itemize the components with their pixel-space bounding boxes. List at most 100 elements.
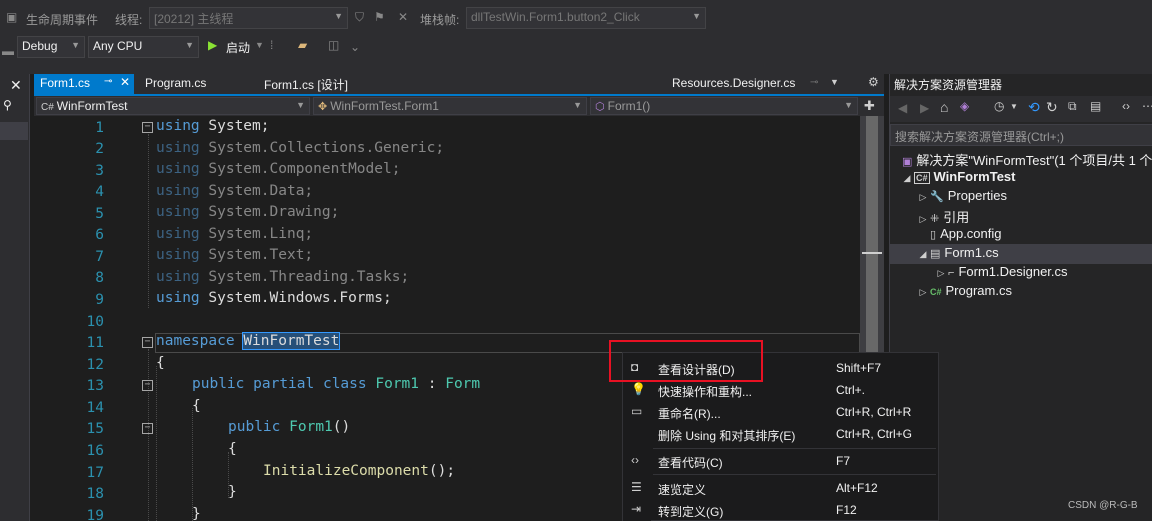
chevron-down-icon: ▼: [692, 11, 701, 21]
switch-views-icon[interactable]: ◈: [960, 99, 969, 113]
sync-icon[interactable]: ⟲: [1028, 99, 1040, 116]
lifecycle-events-label[interactable]: 生命周期事件: [26, 11, 98, 28]
tree-item-project[interactable]: ◢ C# WinFormTest: [900, 169, 1016, 184]
solution-explorer-search[interactable]: 搜索解决方案资源管理器(Ctrl+;): [890, 124, 1152, 146]
tree-item-label: WinFormTest: [933, 169, 1016, 184]
back-icon[interactable]: ◀: [898, 101, 907, 115]
tab-label: Resources.Designer.cs: [672, 76, 796, 90]
pin-icon[interactable]: ⊸: [104, 76, 112, 87]
code-line: using System.Data;: [156, 183, 314, 199]
menu-item-rename[interactable]: ▭ 重命名(R)... Ctrl+R, Ctrl+R: [623, 401, 938, 423]
start-button[interactable]: 启动: [226, 39, 250, 56]
browser-icon[interactable]: ◫: [328, 38, 339, 52]
left-panel-item[interactable]: [0, 122, 28, 140]
forward-icon[interactable]: ▶: [920, 101, 929, 115]
selected-namespace-name[interactable]: WinFormTest: [242, 332, 341, 350]
tab-program-cs[interactable]: Program.cs: [139, 74, 212, 94]
search-icon[interactable]: ⚲: [3, 98, 12, 112]
stack-frame-combo[interactable]: dllTestWin.Form1.button2_Click ▼: [466, 7, 706, 29]
line-number: 11: [86, 335, 104, 351]
outline-guide: [148, 349, 149, 521]
configuration-combo[interactable]: Debug ▼: [17, 36, 85, 58]
namespace-ref: System.Linq: [208, 226, 305, 242]
line-number: 10: [86, 314, 104, 330]
filter-clear-icon[interactable]: ✕: [398, 10, 408, 24]
flag-icon[interactable]: ⚑: [374, 10, 385, 24]
lifecycle-icon[interactable]: ▣: [6, 10, 17, 24]
platform-value: Any CPU: [93, 39, 143, 53]
line-number: 7: [95, 249, 104, 265]
overflow-icon[interactable]: ⌄: [350, 40, 360, 54]
filter-icon[interactable]: ⛉: [355, 10, 364, 25]
tab-resources-designer-cs[interactable]: Resources.Designer.cs: [666, 74, 801, 94]
chevron-down-icon[interactable]: ▼: [1010, 102, 1018, 111]
method-icon: ⬡: [595, 101, 605, 113]
collapse-icon[interactable]: −: [142, 337, 153, 348]
show-all-files-icon[interactable]: ▤: [1090, 99, 1101, 113]
close-icon[interactable]: ✕: [120, 75, 130, 89]
menu-item-shortcut: Shift+F7: [836, 361, 882, 375]
namespace-ref: System.Windows.Forms: [208, 290, 383, 306]
pin-icon[interactable]: ⊸: [810, 77, 818, 88]
menu-item-quick-actions[interactable]: 💡 快速操作和重构... Ctrl+.: [623, 379, 938, 401]
collapse-icon[interactable]: −: [142, 380, 153, 391]
chevron-down-icon: ▼: [334, 11, 343, 21]
tree-item-form1-designer-cs[interactable]: ▷ ⌐ Form1.Designer.cs: [934, 264, 1068, 279]
collapse-all-icon[interactable]: ⧉: [1068, 99, 1077, 114]
tree-item-references[interactable]: ▷ ⁜ 引用: [916, 207, 970, 226]
folder-icon[interactable]: ▰: [298, 38, 307, 52]
rename-icon: ▭: [631, 404, 643, 418]
namespace-ref: System.Drawing: [208, 204, 331, 220]
project-combo[interactable]: C# WinFormTest ▼: [36, 97, 310, 115]
constructor-name: Form1: [289, 419, 333, 435]
home-icon[interactable]: ⌂: [940, 99, 948, 115]
thread-combo[interactable]: [20212] 主线程 ▼: [149, 7, 348, 29]
toolbar-grip-icon: ▬: [2, 44, 14, 58]
tab-form1-designer[interactable]: Form1.cs [设计]: [258, 74, 354, 94]
collapsed-icon: ▷: [919, 192, 927, 202]
line-number: 4: [95, 184, 104, 200]
code-line: {: [228, 441, 237, 457]
menu-item-remove-sort-usings[interactable]: 删除 Using 和对其排序(E) Ctrl+R, Ctrl+G: [623, 423, 938, 445]
chevron-down-icon[interactable]: ▼: [255, 40, 264, 50]
tree-item-properties[interactable]: ▷ 🔧 Properties: [916, 188, 1007, 203]
menu-item-view-code[interactable]: ‹› 查看代码(C) F7: [623, 450, 938, 472]
start-play-icon[interactable]: ▶: [208, 38, 217, 52]
tab-label: Form1.cs [设计]: [264, 78, 349, 92]
line-number: 8: [95, 270, 104, 286]
tab-form1-cs[interactable]: Form1.cs ⊸ ✕: [34, 74, 134, 94]
tree-item-solution[interactable]: ▣ 解决方案"WinFormTest"(1 个项目/共 1 个): [902, 150, 1152, 169]
close-icon[interactable]: ✕: [10, 77, 22, 94]
keyword: using: [156, 118, 200, 134]
code-line: using System;: [156, 118, 270, 134]
namespace-ref: System: [208, 118, 261, 134]
platform-combo[interactable]: Any CPU ▼: [88, 36, 199, 58]
code-line: {: [192, 398, 201, 414]
menu-item-label: 删除 Using 和对其排序(E): [658, 429, 796, 443]
split-window-icon[interactable]: ✚: [864, 98, 875, 114]
menu-item-peek-definition[interactable]: ☰ 速览定义 Alt+F12: [623, 477, 938, 499]
code-line: using System.Collections.Generic;: [156, 140, 445, 156]
tree-item-app-config[interactable]: ▯ App.config: [930, 226, 1002, 241]
pending-changes-icon[interactable]: ◷: [994, 99, 1004, 113]
type-combo[interactable]: ✥ WinFormTest.Form1 ▼: [313, 97, 587, 115]
code-view-icon[interactable]: ‹›: [1122, 99, 1130, 113]
overflow-icon[interactable]: ⋯: [1142, 99, 1152, 113]
refresh-icon[interactable]: ↻: [1046, 99, 1058, 116]
namespace-ref: System.Data: [208, 183, 305, 199]
collapse-icon[interactable]: −: [142, 122, 153, 133]
stack-frame-combo-value: dllTestWin.Form1.button2_Click: [471, 10, 640, 24]
code-line: public partial class Form1 : Form: [192, 376, 481, 392]
tab-list-dropdown-icon[interactable]: ▼: [830, 77, 839, 87]
class-icon: ✥: [318, 101, 328, 113]
tree-item-program-cs[interactable]: ▷ C# Program.cs: [916, 283, 1012, 298]
keyword: namespace: [156, 333, 235, 349]
tree-item-form1-cs[interactable]: ◢ ▤ Form1.cs: [890, 244, 1152, 264]
tree-item-label: Properties: [947, 188, 1007, 203]
method-call: InitializeComponent: [263, 463, 429, 479]
menu-item-goto-definition[interactable]: ⇥ 转到定义(G) F12: [623, 499, 938, 521]
gear-icon[interactable]: ⚙: [868, 75, 879, 89]
expanded-icon: ◢: [903, 173, 911, 183]
member-combo[interactable]: ⬡ Form1() ▼: [590, 97, 858, 115]
collapse-icon[interactable]: −: [142, 423, 153, 434]
